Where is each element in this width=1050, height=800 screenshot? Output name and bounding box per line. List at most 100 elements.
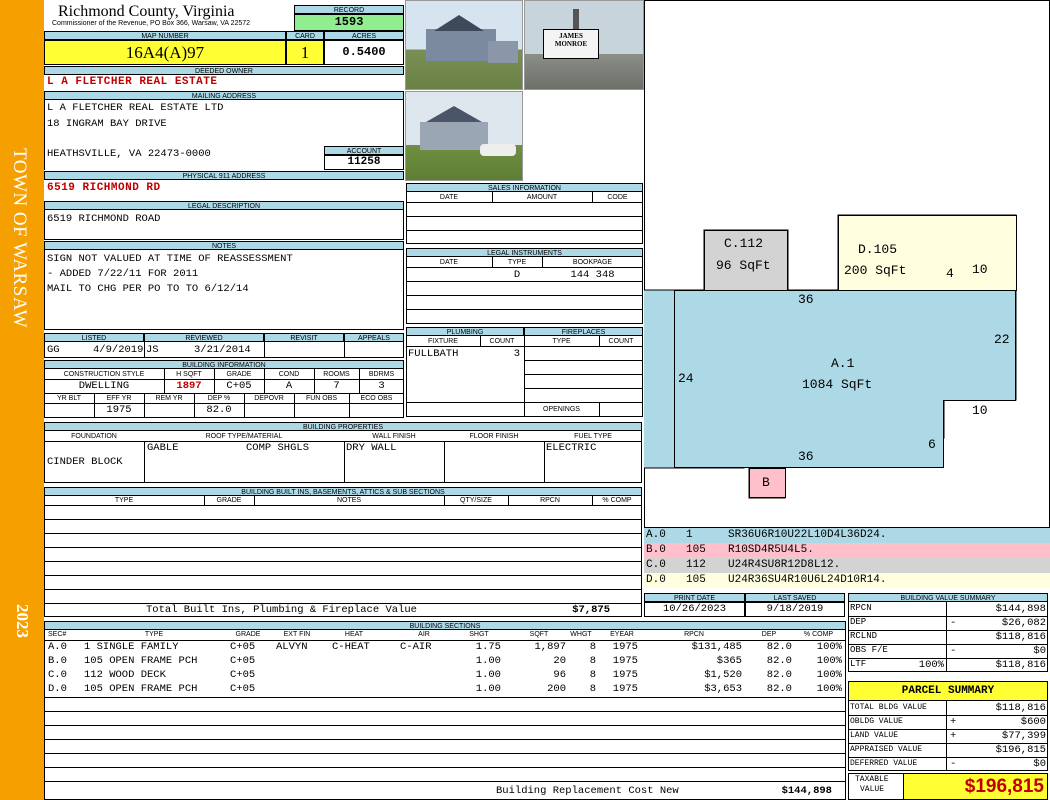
- section-cell: 1.00: [475, 669, 501, 681]
- sections-header-row: SEC# TYPE GRADE EXT FIN HEAT AIR SHGT SQ…: [44, 630, 846, 640]
- mailing-line-3: HEATHSVILLE, VA 22473-0000: [47, 148, 211, 160]
- building-sections-label: BUILDING SECTIONS: [44, 621, 846, 630]
- traverse-row: B.0 105 R10SD4R5U4L5.: [644, 543, 1050, 558]
- town-name: TOWN OF WARSAW: [9, 148, 30, 329]
- section-cell: 82.0: [766, 655, 792, 667]
- instr-col-bookpage: BOOKPAGE: [572, 259, 613, 266]
- grade: C+05: [226, 380, 252, 392]
- acres-label: ACRES: [324, 31, 404, 40]
- col-h-sqft: H SQFT: [176, 371, 202, 378]
- section-cell: 1.00: [475, 683, 501, 695]
- col-construction-style: CONSTRUCTION STYLE: [63, 371, 145, 378]
- sales-col-amount: AMOUNT: [526, 194, 558, 201]
- fire-col-count: COUNT: [608, 338, 634, 345]
- instr-col-date: DATE: [439, 259, 459, 266]
- reviewed-date: 3/21/2014: [194, 344, 251, 356]
- builtins-box: [44, 496, 642, 617]
- col-fuel-type: FUEL TYPE: [574, 433, 612, 440]
- section-cell: C+05: [230, 683, 256, 695]
- traverse-path: U24R4SU8R12D8L12.: [728, 559, 841, 571]
- col-rooms: ROOMS: [323, 371, 350, 378]
- county-title: Richmond County, Virginia: [58, 3, 235, 20]
- sales-col-code: CODE: [607, 194, 628, 201]
- bi-col-grade: GRADE: [216, 497, 242, 504]
- section-cell: C+05: [230, 641, 256, 653]
- section-cell: 20: [553, 655, 566, 667]
- sec-col-whgt: WHGT: [570, 631, 592, 638]
- col-dep: DEP %: [207, 395, 231, 402]
- sales-info-label: SALES INFORMATION: [406, 183, 643, 192]
- appeals-label: APPEALS: [344, 333, 404, 342]
- vs-ltf-pct: 100%: [918, 659, 944, 671]
- cond: A: [285, 380, 293, 392]
- bdrms: 3: [378, 380, 385, 392]
- record-value: 1593: [294, 14, 404, 31]
- col-depovr: DEPOVR: [254, 395, 284, 402]
- section-cell: 100%: [816, 669, 842, 681]
- h-sqft: 1897: [176, 380, 202, 392]
- sec-col-sec: SEC#: [48, 631, 67, 638]
- taxable-value: $196,815: [903, 773, 1048, 800]
- openings-label: OPENINGS: [543, 406, 580, 413]
- sketch-b-label: B: [762, 475, 770, 490]
- fuel-type-value: ELECTRIC: [546, 442, 597, 454]
- bi-col-rpcn: RPCN: [540, 497, 560, 504]
- vs-obs-label: OBS F/E: [850, 645, 888, 655]
- plumbing-count: 3: [513, 348, 520, 360]
- section-cell: 1,897: [534, 641, 566, 653]
- traverse-row: D.0 105 U24R36SU4R10U6L24D10R14.: [644, 573, 1050, 588]
- property-photo-1: [405, 0, 523, 90]
- col-grade: GRADE: [226, 371, 252, 378]
- col-eco-obs: ECO OBS: [360, 395, 393, 402]
- instrument-type: D: [513, 269, 521, 281]
- ps-deferred: $0: [1033, 758, 1046, 770]
- ps-land-label: LAND VALUE: [850, 731, 899, 740]
- section-cell: C-HEAT: [332, 641, 370, 653]
- vs-rclnd: $118,816: [995, 631, 1046, 643]
- physical-address-label: PHYSICAL 911 ADDRESS: [44, 171, 404, 180]
- wall-finish-value: DRY WALL: [346, 442, 397, 454]
- print-date-value: 10/26/2023: [644, 602, 745, 617]
- vs-obs: $0: [1033, 645, 1046, 657]
- sec-col-sqft: SQFT: [529, 631, 549, 638]
- col-fun-obs: FUN OBS: [305, 395, 338, 402]
- sec-col-air: AIR: [418, 631, 430, 638]
- sketch-d-area: 200 SqFt: [844, 263, 907, 278]
- roof-material-value: COMP SHGLS: [246, 442, 310, 454]
- traverse-code: 112: [686, 559, 706, 571]
- sec-col-eyear: EYEAR: [610, 631, 634, 638]
- dim-bottom-36: 36: [798, 449, 814, 464]
- sign-line-2: MONROE: [554, 40, 588, 48]
- col-cond: COND: [278, 371, 300, 378]
- col-foundation: FOUNDATION: [71, 433, 117, 440]
- dim-6: 6: [928, 437, 936, 452]
- col-wall-finish: WALL FINISH: [372, 433, 416, 440]
- sidebar: TOWN OF WARSAW 2023: [0, 0, 44, 800]
- ps-obldg-label: OBLDG VALUE: [850, 717, 903, 726]
- traverse-path: SR36U6R10U22L10D4L36D24.: [728, 529, 887, 541]
- dim-top-36: 36: [798, 292, 814, 307]
- card-label: CARD: [286, 31, 324, 40]
- ps-obldg: $600: [1020, 716, 1046, 728]
- builtins-label: BUILDING BUILT INS, BASEMENTS, ATTICS & …: [44, 487, 642, 496]
- traverse-path: R10SD4R5U4L5.: [728, 544, 814, 556]
- year-label: 2023: [13, 604, 32, 638]
- section-cell: 100%: [816, 683, 842, 695]
- section-row: D.0 105 OPEN FRAME PCH C+05 1.00 200 8 1975 $3,…: [44, 683, 846, 697]
- record-label: RECORD: [294, 5, 404, 14]
- mailing-line-1: L A FLETCHER REAL ESTATE LTD: [47, 102, 224, 114]
- bi-col-type: TYPE: [114, 497, 134, 504]
- vs-rclnd-label: RCLND: [850, 631, 878, 641]
- col-eff-yr: EFF YR: [106, 395, 132, 402]
- legal-description-value: 6519 RICHMOND ROAD: [47, 213, 161, 225]
- print-date-label: PRINT DATE: [644, 593, 745, 602]
- value-summary-label: BUILDING VALUE SUMMARY: [848, 593, 1048, 602]
- listed-label: LISTED: [44, 333, 144, 342]
- sec-col-ext-fin: EXT FIN: [283, 631, 311, 638]
- section-row: A.0 1 SINGLE FAMILY C+05 ALVYN C-HEAT C-AIR 1.…: [44, 641, 846, 655]
- section-cell: C-AIR: [400, 641, 432, 653]
- property-photo-3: [405, 91, 523, 181]
- vs-rpcn-label: RPCN: [850, 603, 872, 613]
- dep-percent: 82.0: [206, 404, 232, 416]
- traverse-sec: D.0: [646, 574, 666, 586]
